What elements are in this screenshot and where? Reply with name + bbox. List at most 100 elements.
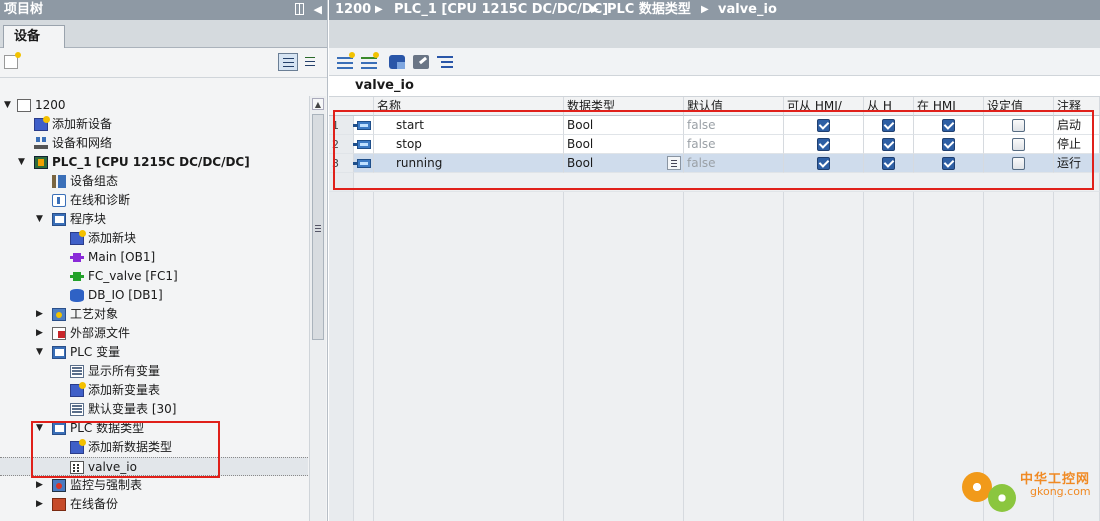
tree-item[interactable]: Main [OB1] bbox=[0, 248, 308, 267]
diagnostics-icon bbox=[52, 194, 66, 207]
expanded-arrow-icon[interactable]: ▼ bbox=[36, 343, 46, 362]
member-type[interactable]: Bool bbox=[564, 116, 684, 135]
member-default[interactable]: false bbox=[684, 154, 784, 173]
hmi-accessible-checkbox[interactable] bbox=[817, 138, 830, 151]
tree-item[interactable]: ▶ 工艺对象 bbox=[0, 305, 308, 324]
writable-from-hmi-checkbox[interactable] bbox=[882, 157, 895, 170]
row-number: 2 bbox=[329, 135, 354, 154]
column-header[interactable]: 数据类型 bbox=[564, 97, 684, 116]
tree-item[interactable]: valve_io bbox=[0, 457, 308, 476]
tree-item[interactable]: ▼ 程序块 bbox=[0, 210, 308, 229]
visible-in-hmi-checkbox[interactable] bbox=[942, 119, 955, 132]
tree-item[interactable]: 显示所有变量 bbox=[0, 362, 308, 381]
column-header[interactable]: 注释 bbox=[1054, 97, 1100, 116]
tree-item[interactable]: 设备组态 bbox=[0, 172, 308, 191]
new-row-placeholder[interactable] bbox=[329, 173, 1100, 192]
plc-tags-folder-icon bbox=[52, 346, 66, 359]
member-comment[interactable]: 启动 bbox=[1054, 116, 1100, 135]
tree-scrollbar[interactable]: ▲ bbox=[309, 96, 326, 521]
scroll-thumb[interactable] bbox=[312, 114, 324, 340]
column-header[interactable]: 名称 bbox=[374, 97, 564, 116]
tree-item-label: 设备组态 bbox=[70, 174, 119, 188]
breadcrumb-item-plc[interactable]: PLC_1 [CPU 1215C DC/DC/DC] bbox=[394, 0, 608, 20]
column-header[interactable]: 默认值 bbox=[684, 97, 784, 116]
hmi-accessible-checkbox[interactable] bbox=[817, 157, 830, 170]
hmi-accessible-checkbox[interactable] bbox=[817, 119, 830, 132]
member-type[interactable]: Bool bbox=[564, 154, 684, 173]
setpoint-checkbox[interactable] bbox=[1012, 157, 1025, 170]
row-number: 3 bbox=[329, 154, 354, 173]
breadcrumb-item-udt[interactable]: valve_io bbox=[718, 0, 777, 20]
member-comment[interactable]: 运行 bbox=[1054, 154, 1100, 173]
expanded-arrow-icon[interactable]: ▼ bbox=[4, 96, 14, 115]
column-header[interactable]: 设定值 bbox=[984, 97, 1054, 116]
setpoint-checkbox[interactable] bbox=[1012, 138, 1025, 151]
member-type[interactable]: Bool bbox=[564, 135, 684, 154]
breadcrumb-separator-icon: ▶ bbox=[591, 4, 599, 15]
member-name[interactable]: running bbox=[374, 154, 564, 173]
tree-item[interactable]: FC_valve [FC1] bbox=[0, 267, 308, 286]
monitor-icon[interactable] bbox=[389, 55, 405, 69]
tree-item[interactable]: ▼ 1200 bbox=[0, 96, 308, 115]
breadcrumb-item-project[interactable]: 1200 bbox=[335, 0, 371, 20]
collapsed-arrow-icon[interactable]: ▶ bbox=[36, 495, 46, 514]
insert-row-icon[interactable] bbox=[361, 52, 379, 69]
member-name[interactable]: stop bbox=[374, 135, 564, 154]
tree-item[interactable]: ▶ 在线备份 bbox=[0, 495, 308, 514]
tree-item[interactable]: 默认变量表 [30] bbox=[0, 400, 308, 419]
collapse-icon[interactable]: ◀ bbox=[314, 0, 322, 20]
member-name[interactable]: start bbox=[374, 116, 564, 135]
tree-item[interactable]: ▶ 外部源文件 bbox=[0, 324, 308, 343]
visible-in-hmi-checkbox[interactable] bbox=[942, 157, 955, 170]
column-header[interactable]: 可从 HMI/ bbox=[784, 97, 864, 116]
expand-all-icon[interactable] bbox=[437, 55, 453, 69]
tree-item[interactable]: ▼ PLC_1 [CPU 1215C DC/DC/DC] bbox=[0, 153, 308, 172]
table-row[interactable]: 3 running Bool false 运行 bbox=[329, 154, 1100, 173]
column-header[interactable]: 从 H bbox=[864, 97, 914, 116]
member-default[interactable]: false bbox=[684, 116, 784, 135]
pin-icon[interactable] bbox=[295, 3, 304, 15]
tree-item[interactable]: ▶ 监控与强制表 bbox=[0, 476, 308, 495]
member-default[interactable]: false bbox=[684, 135, 784, 154]
tree-item[interactable]: 设备和网络 bbox=[0, 134, 308, 153]
tree-item-label: DB_IO [DB1] bbox=[88, 288, 163, 302]
collapsed-arrow-icon[interactable]: ▶ bbox=[36, 476, 46, 495]
member-tag-icon bbox=[353, 159, 371, 168]
writable-from-hmi-checkbox[interactable] bbox=[882, 119, 895, 132]
collapsed-arrow-icon[interactable]: ▶ bbox=[36, 324, 46, 343]
tree-item[interactable]: 添加新块 bbox=[0, 229, 308, 248]
tree-item[interactable]: 添加新设备 bbox=[0, 115, 308, 134]
tree-item-label: 程序块 bbox=[70, 212, 107, 226]
column-header[interactable]: 在 HMI bbox=[914, 97, 984, 116]
new-view-icon[interactable] bbox=[4, 52, 21, 69]
tree-item-label: 添加新变量表 bbox=[88, 383, 161, 397]
expanded-arrow-icon[interactable]: ▼ bbox=[36, 210, 46, 229]
detail-view-icon[interactable] bbox=[302, 53, 320, 71]
edit-icon[interactable] bbox=[413, 55, 429, 69]
add-row-icon[interactable] bbox=[337, 52, 355, 69]
visible-in-hmi-checkbox[interactable] bbox=[942, 138, 955, 151]
tree-item[interactable]: ▼ PLC 数据类型 bbox=[0, 419, 308, 438]
tab-devices[interactable]: 设备 bbox=[3, 25, 65, 49]
tree-item[interactable]: DB_IO [DB1] bbox=[0, 286, 308, 305]
table-row[interactable]: 2 stop Bool false 停止 bbox=[329, 135, 1100, 154]
add-member-cell[interactable] bbox=[354, 173, 1100, 192]
member-comment[interactable]: 停止 bbox=[1054, 135, 1100, 154]
writable-from-hmi-checkbox[interactable] bbox=[882, 138, 895, 151]
technology-object-icon bbox=[52, 308, 66, 321]
scroll-up-icon[interactable]: ▲ bbox=[312, 98, 324, 110]
collapsed-arrow-icon[interactable]: ▶ bbox=[36, 305, 46, 324]
expanded-arrow-icon[interactable]: ▼ bbox=[18, 153, 28, 172]
breadcrumb-item-data-types[interactable]: PLC 数据类型 bbox=[607, 0, 691, 20]
setpoint-checkbox[interactable] bbox=[1012, 119, 1025, 132]
table-row[interactable]: 1 start Bool false 启动 bbox=[329, 116, 1100, 135]
list-view-icon[interactable] bbox=[278, 53, 298, 71]
type-picker-icon[interactable] bbox=[667, 156, 681, 170]
tree-item[interactable]: 在线和诊断 bbox=[0, 191, 308, 210]
tree-item[interactable]: 添加新变量表 bbox=[0, 381, 308, 400]
tree-item[interactable]: ▼ PLC 变量 bbox=[0, 343, 308, 362]
tree-item[interactable]: 添加新数据类型 bbox=[0, 438, 308, 457]
udt-icon bbox=[70, 461, 84, 474]
network-icon bbox=[34, 137, 48, 150]
expanded-arrow-icon[interactable]: ▼ bbox=[36, 419, 46, 438]
